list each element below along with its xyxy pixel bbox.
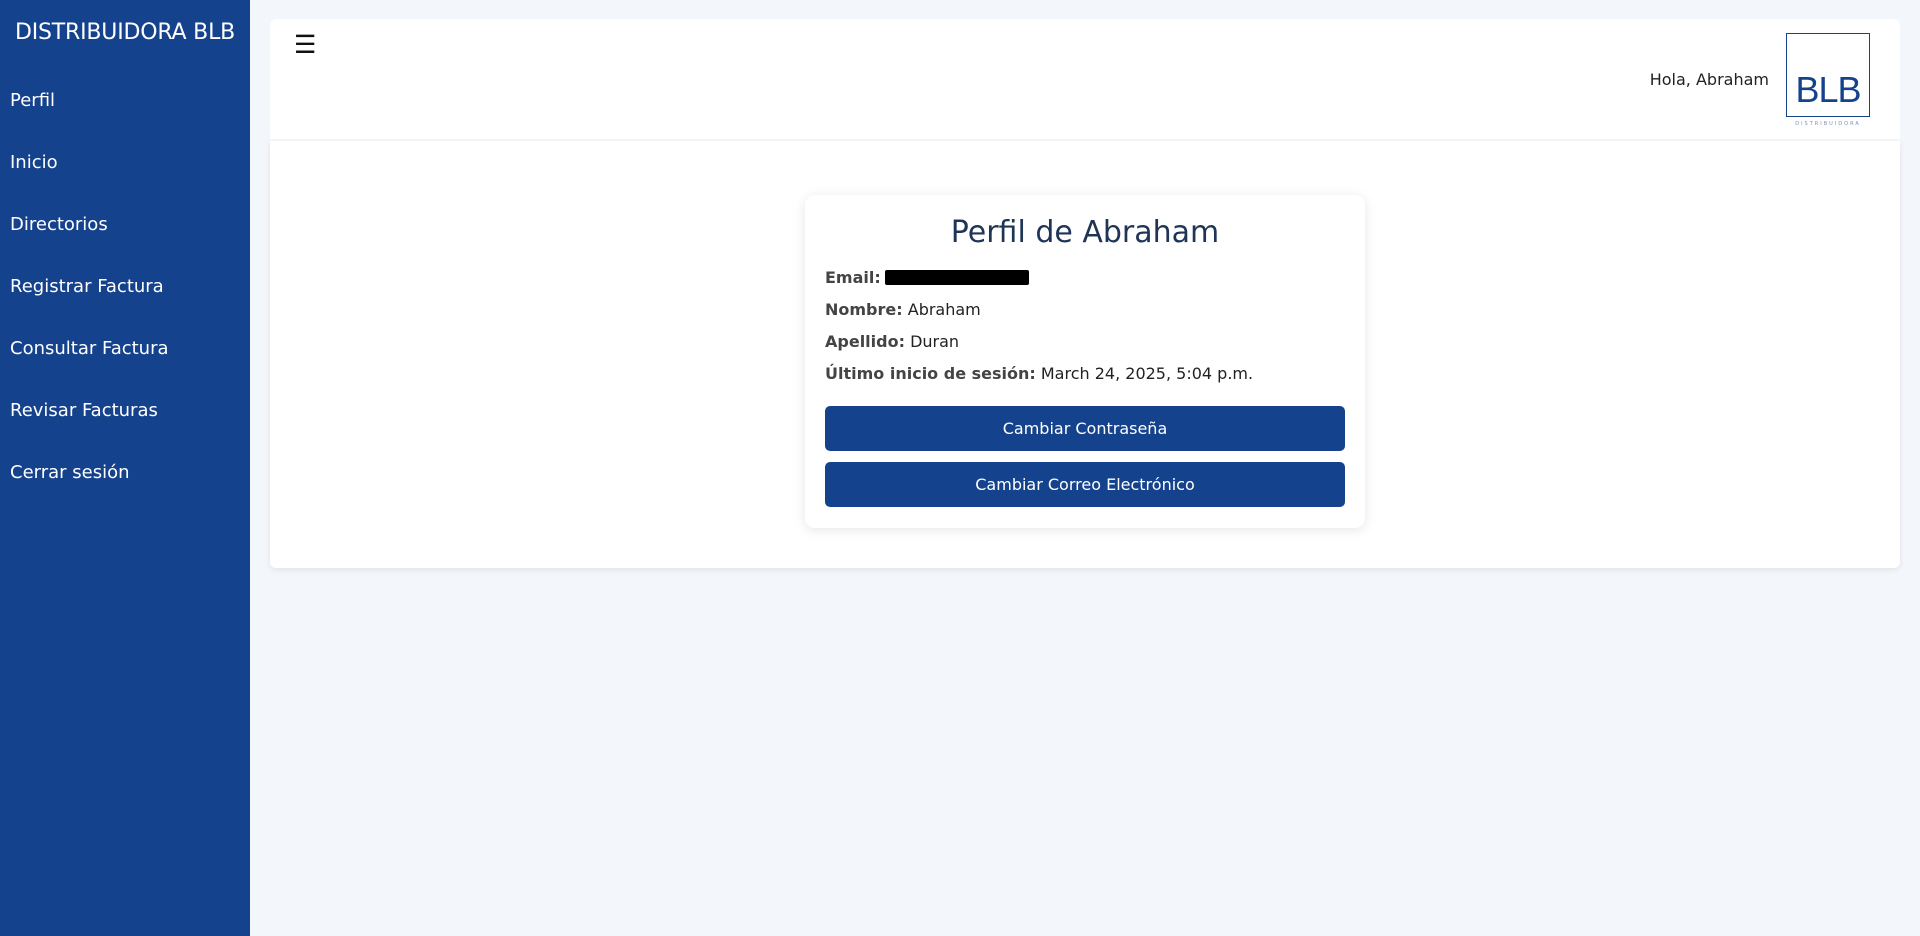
apellido-label: Apellido: xyxy=(825,332,905,351)
nombre-label: Nombre: xyxy=(825,300,903,319)
logo-text: BLB xyxy=(1795,69,1861,110)
hamburger-menu-icon[interactable]: ☰ xyxy=(294,32,316,57)
last-login-label: Último inicio de sesión: xyxy=(825,364,1036,383)
change-password-button[interactable]: Cambiar Contraseña xyxy=(825,406,1345,451)
sidebar-item-registrar-factura[interactable]: Registrar Factura xyxy=(10,276,164,297)
profile-title: Perfil de Abraham xyxy=(950,215,1220,250)
last-login-row: Último inicio de sesión: March 24, 2025,… xyxy=(825,364,1253,383)
company-logo: BLB DISTRIBUIDORA xyxy=(1786,33,1870,127)
sidebar-item-revisar-facturas[interactable]: Revisar Facturas xyxy=(10,400,158,421)
email-row: Email: xyxy=(825,268,1029,287)
email-redacted-value xyxy=(884,270,1029,285)
sidebar: DISTRIBUIDORA BLB Perfil Inicio Director… xyxy=(0,0,250,936)
user-greeting: Hola, Abraham xyxy=(1649,70,1769,89)
top-header: ☰ Hola, Abraham BLB DISTRIBUIDORA xyxy=(270,19,1900,139)
change-email-button[interactable]: Cambiar Correo Electrónico xyxy=(825,462,1345,507)
brand-title: DISTRIBUIDORA BLB xyxy=(15,20,236,45)
apellido-row: Apellido: Duran xyxy=(825,332,959,351)
profile-card: Perfil de Abraham Email: Nombre: Abraham… xyxy=(805,195,1365,528)
sidebar-item-inicio[interactable]: Inicio xyxy=(10,152,58,173)
logo-subtext: DISTRIBUIDORA xyxy=(1795,121,1861,127)
nombre-value: Abraham xyxy=(907,300,981,319)
sidebar-item-cerrar-sesion[interactable]: Cerrar sesión xyxy=(10,462,130,483)
sidebar-item-perfil[interactable]: Perfil xyxy=(10,90,55,111)
nombre-row: Nombre: Abraham xyxy=(825,300,981,319)
last-login-value: March 24, 2025, 5:04 p.m. xyxy=(1040,364,1254,383)
sidebar-item-directorios[interactable]: Directorios xyxy=(10,214,108,235)
apellido-value: Duran xyxy=(910,332,960,351)
email-label: Email: xyxy=(825,268,881,287)
main-content: Perfil de Abraham Email: Nombre: Abraham… xyxy=(270,141,1900,568)
sidebar-item-consultar-factura[interactable]: Consultar Factura xyxy=(10,338,169,359)
